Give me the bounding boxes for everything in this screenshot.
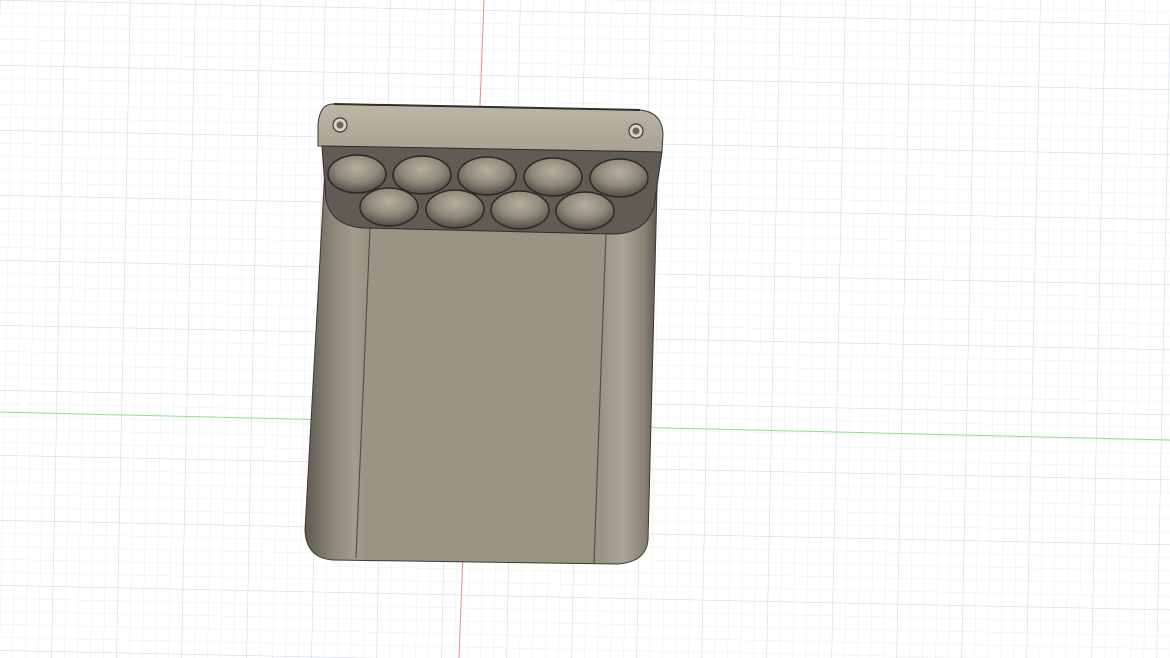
mount-hole-right xyxy=(628,123,644,139)
mount-hole-left xyxy=(332,117,348,133)
model-body[interactable] xyxy=(304,103,664,565)
mount-plate xyxy=(317,103,664,153)
viewport-canvas[interactable] xyxy=(0,0,1170,658)
3d-viewport[interactable] xyxy=(0,0,1170,658)
